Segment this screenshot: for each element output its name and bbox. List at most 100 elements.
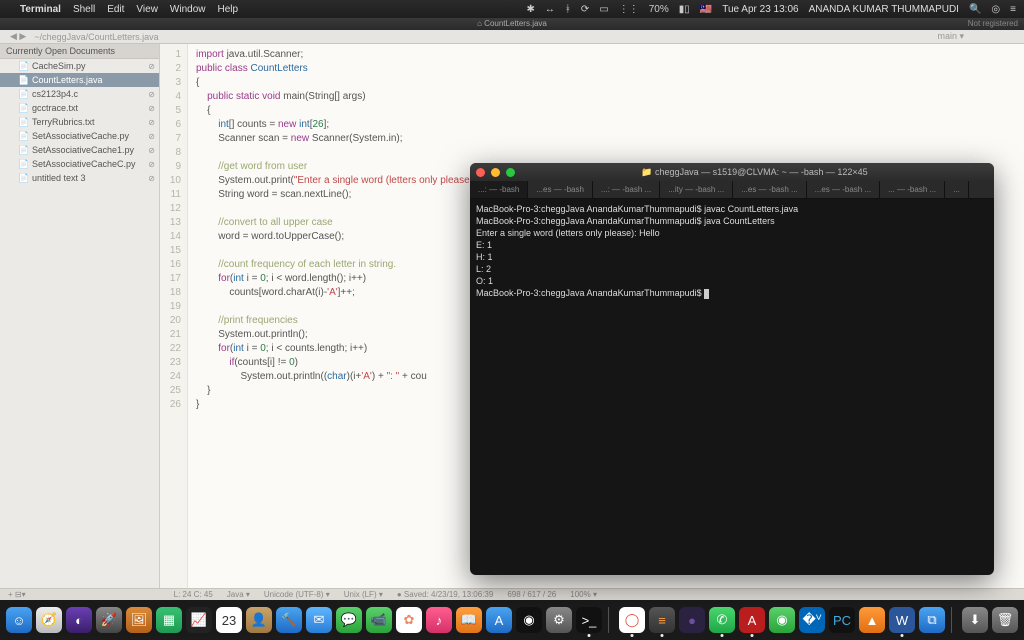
spotlight-icon[interactable]: 🔍 [969,4,981,15]
dock-trash-icon[interactable]: 🗑 [992,607,1018,633]
dock-finder-icon[interactable]: ☺ [6,607,32,633]
dock-activity-icon[interactable]: 📈 [186,607,212,633]
dock-respondus-icon[interactable]: ◐ [66,607,92,633]
dock-downloads-icon[interactable]: ⬇ [962,607,988,633]
nav-arrows[interactable]: ◀ ▶ [10,31,26,42]
app-name[interactable]: Terminal [20,4,61,15]
terminal-tab-2[interactable]: ...: — -bash ... [593,181,660,198]
status-lang[interactable]: Java ▾ [227,590,250,599]
close-icon[interactable]: ⊘ [148,90,155,99]
close-icon[interactable] [476,168,485,177]
sidebar-item-7[interactable]: 📄SetAssociativeCacheC.py⊘ [0,157,159,171]
clock[interactable]: Tue Apr 23 13:06 [722,4,798,15]
dock-calendar-icon[interactable]: 23 [216,607,242,633]
terminal-tab-1[interactable]: ...es — -bash [528,181,593,198]
terminal-titlebar[interactable]: 📁 cheggJava — s1519@CLVMA: ~ — -bash — 1… [470,163,994,181]
sync-icon[interactable]: ⟳ [581,4,589,15]
dock-appstore-icon[interactable]: A [486,607,512,633]
bluetooth-icon[interactable]: ᚼ [565,4,571,15]
sidebar-item-5[interactable]: 📄SetAssociativeCache.py⊘ [0,129,159,143]
dock-mail-icon[interactable]: ✉ [306,607,332,633]
dock-sublime-icon[interactable]: ≡ [649,607,675,633]
menu-edit[interactable]: Edit [107,4,124,15]
teamviewer-icon[interactable]: ↔ [545,4,555,15]
sidebar-item-label: CacheSim.py [32,61,86,71]
close-icon[interactable]: ⊘ [148,62,155,71]
not-registered: Not registered [968,18,1018,30]
menu-help[interactable]: Help [218,4,239,15]
terminal-tab-6[interactable]: ... — -bash ... [880,181,945,198]
dock-pycharm-icon[interactable]: PC [829,607,855,633]
sidebar-item-8[interactable]: 📄untitled text 3⊘ [0,171,159,185]
dock-whatsapp-icon[interactable]: ✆ [709,607,735,633]
close-icon[interactable]: ⊘ [148,76,155,85]
close-icon[interactable]: ⊘ [148,160,155,169]
dock-siri-icon[interactable]: ◉ [516,607,542,633]
dock-vlc-icon[interactable]: ▲ [859,607,885,633]
wifi-icon[interactable]: ⋮⋮ [619,4,639,15]
menu-window[interactable]: Window [170,4,206,15]
notification-icon[interactable]: ≡ [1010,4,1016,15]
dock-xcode-icon[interactable]: 🔨 [276,607,302,633]
menu-shell[interactable]: Shell [73,4,95,15]
dock-ibooks-icon[interactable]: 📖 [456,607,482,633]
symbol-selector[interactable]: main ▾ [937,31,964,42]
sidebar-item-1[interactable]: 📄CountLetters.java⊘ [0,73,159,87]
terminal-line: O: 1 [476,275,988,287]
add-tab[interactable]: + ⊟▾ [8,590,26,599]
close-icon[interactable]: ⊘ [148,132,155,141]
sidebar-item-0[interactable]: 📄CacheSim.py⊘ [0,59,159,73]
sidebar-item-3[interactable]: 📄gcctrace.txt⊘ [0,101,159,115]
terminal-tab-7[interactable]: ... [945,181,969,198]
close-icon[interactable]: ⊘ [148,174,155,183]
display-icon[interactable]: ▭ [599,4,608,15]
user-name[interactable]: ANANDA KUMAR THUMMAPUDI [809,4,959,15]
zoom-icon[interactable] [506,168,515,177]
terminal-tab-0[interactable]: ...: — -bash [470,181,528,198]
terminal-window[interactable]: 📁 cheggJava — s1519@CLVMA: ~ — -bash — 1… [470,163,994,575]
dock-messages-icon[interactable]: 💬 [336,607,362,633]
menu-view[interactable]: View [136,4,158,15]
close-icon[interactable]: ⊘ [148,146,155,155]
source-text[interactable]: import java.util.Scanner;public class Co… [188,44,488,588]
status-enc[interactable]: Unicode (UTF-8) ▾ [264,590,330,599]
sidebar-item-2[interactable]: 📄cs2123p4.c⊘ [0,87,159,101]
dock-vscode-icon[interactable]: �ⱽ [799,607,825,633]
terminal-tab-4[interactable]: ...es — -bash ... [733,181,806,198]
dock-acrobat-icon[interactable]: A [739,607,765,633]
dock-launchpad-icon[interactable]: 🚀 [96,607,122,633]
dock-word-icon[interactable]: W [889,607,915,633]
dock-anaconda-icon[interactable]: ◉ [769,607,795,633]
battery-icon[interactable]: ▮▯ [679,4,690,15]
dock-numbers-icon[interactable]: ▦ [156,607,182,633]
status-zoom[interactable]: 100% ▾ [570,590,597,599]
status-saved: ● Saved: 4/23/19, 13:06:39 [397,590,493,599]
dock-facetime-icon[interactable]: 📹 [366,607,392,633]
close-icon[interactable]: ⊘ [148,104,155,113]
dropbox-icon[interactable]: ✱ [527,4,535,15]
terminal-body[interactable]: MacBook-Pro-3:cheggJava AnandaKumarThumm… [470,199,994,303]
close-icon[interactable]: ⊘ [148,118,155,127]
editor-pathbar: ◀ ▶ ~/cheggJava/CountLetters.java main ▾ [0,30,1024,44]
dock-terminal-icon[interactable]: >_ [576,607,602,633]
dock-chrome-icon[interactable]: ◯ [619,607,645,633]
dock-itunes-icon[interactable]: ♪ [426,607,452,633]
macos-menubar: Terminal Shell Edit View Window Help ✱ ↔… [0,0,1024,18]
dock-contacts-icon[interactable]: 👤 [246,607,272,633]
dock-eclipse-icon[interactable]: ● [679,607,705,633]
dock-sysprefs-icon[interactable]: ⚙ [546,607,572,633]
dock-vm-icon[interactable]: ⧉ [919,607,945,633]
breadcrumb[interactable]: ~/cheggJava/CountLetters.java [34,32,158,42]
dock-safari-icon[interactable]: 🧭 [36,607,62,633]
terminal-tab-3[interactable]: ...ity — -bash ... [660,181,733,198]
input-flag[interactable]: 🇲🇾 [700,4,712,15]
terminal-tab-5[interactable]: ...es — -bash ... [807,181,880,198]
siri-icon[interactable]: ◎ [991,4,1000,15]
sidebar-item-6[interactable]: 📄SetAssociativeCache1.py⊘ [0,143,159,157]
minimize-icon[interactable] [491,168,500,177]
sidebar-item-4[interactable]: 📄TerryRubrics.txt⊘ [0,115,159,129]
status-lineend[interactable]: Unix (LF) ▾ [344,590,383,599]
dock-preview-icon[interactable]: 🖼 [126,607,152,633]
running-dot [751,634,754,637]
dock-photos-icon[interactable]: ✿ [396,607,422,633]
